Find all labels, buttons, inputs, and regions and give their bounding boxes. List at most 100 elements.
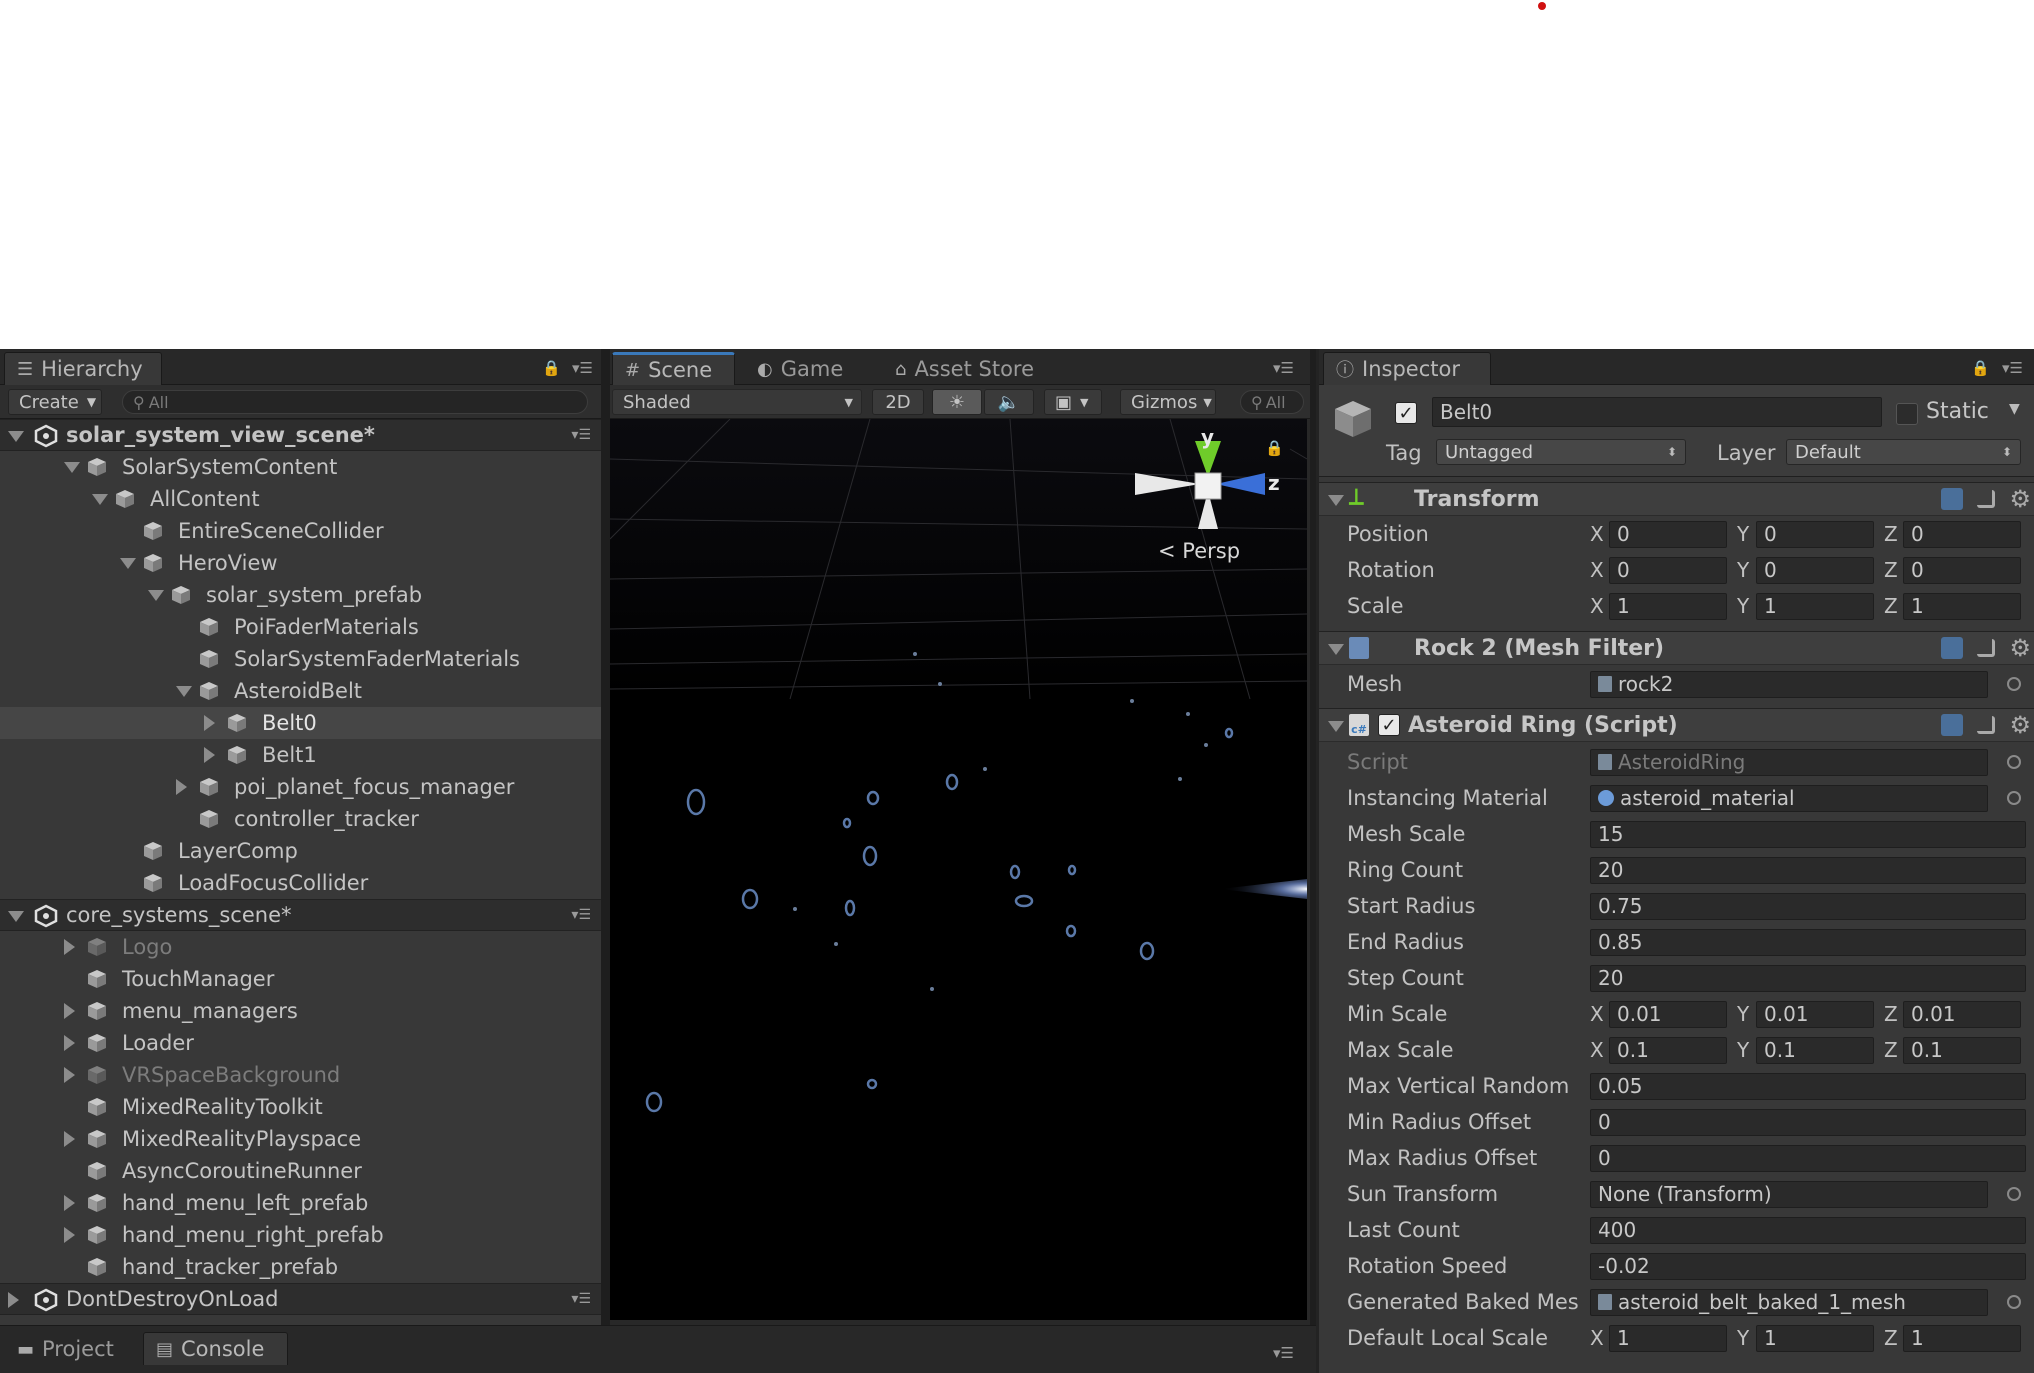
collapse-arrow-icon[interactable] (64, 1227, 75, 1243)
scene-viewport[interactable]: 🔒 y z < Persp (610, 419, 1307, 1320)
collapse-arrow-icon[interactable] (204, 747, 215, 763)
create-button[interactable]: Create ▼ (8, 389, 102, 415)
hierarchy-row[interactable]: Loader (0, 1027, 601, 1059)
layer-dropdown[interactable]: Default ⬍ (1786, 439, 2021, 465)
scene-row[interactable]: core_systems_scene* ▾☰ (0, 899, 601, 931)
expand-arrow-icon[interactable] (148, 590, 164, 601)
mesh-field[interactable]: rock2 (1590, 670, 1988, 698)
hierarchy-row[interactable]: AsteroidBelt (0, 675, 601, 707)
rotation-x-field[interactable]: 0 (1609, 556, 1727, 584)
collapse-arrow-icon[interactable] (64, 1003, 75, 1019)
hierarchy-row[interactable]: AsyncCoroutineRunner (0, 1155, 601, 1187)
active-checkbox[interactable]: ✓ (1395, 402, 1417, 424)
help-icon[interactable] (1941, 637, 1964, 659)
hierarchy-row[interactable]: Logo (0, 931, 601, 963)
hierarchy-row[interactable]: AllContent (0, 483, 601, 515)
scene-row[interactable]: solar_system_view_scene* ▾☰ (0, 419, 601, 451)
2d-toggle[interactable]: 2D (872, 389, 924, 415)
collapse-arrow-icon[interactable] (204, 715, 215, 731)
expand-arrow-icon[interactable] (120, 558, 136, 569)
expand-arrow-icon[interactable] (1328, 644, 1344, 655)
tab-game[interactable]: ◐ Game (744, 352, 862, 385)
tab-asset-store[interactable]: ⌂ Asset Store (882, 352, 1062, 385)
preset-icon[interactable] (1977, 639, 1996, 657)
script-enabled-checkbox[interactable]: ✓ (1378, 714, 1400, 736)
expand-arrow-icon[interactable] (176, 686, 192, 697)
collapse-arrow-icon[interactable] (64, 939, 75, 955)
expand-arrow-icon[interactable] (64, 462, 80, 473)
transform-header[interactable]: ⟂ Transform ⚙ (1319, 482, 2034, 516)
expand-arrow-icon[interactable] (1328, 495, 1344, 506)
hierarchy-row[interactable]: hand_tracker_prefab (0, 1251, 601, 1283)
expand-arrow-icon[interactable] (1328, 721, 1344, 732)
static-dropdown-icon[interactable]: ▼ (2009, 401, 2020, 417)
help-icon[interactable] (1941, 488, 1964, 510)
gear-icon[interactable]: ⚙ (2009, 485, 2031, 513)
help-icon[interactable] (1941, 714, 1964, 736)
effects-dropdown[interactable]: ▣ ▼ (1044, 389, 1102, 415)
panel-menu-icon[interactable]: ▾☰ (1273, 359, 1294, 377)
tab-project[interactable]: ▬ Project (4, 1332, 134, 1365)
expand-arrow-icon[interactable] (8, 911, 24, 922)
panel-menu-icon[interactable]: ▾☰ (572, 359, 593, 377)
audio-toggle[interactable]: 🔈 (984, 389, 1034, 415)
hierarchy-row[interactable]: VRSpaceBackground (0, 1059, 601, 1091)
min-radius-offset-field[interactable]: 0 (1590, 1108, 2026, 1136)
shading-mode-dropdown[interactable]: Shaded ▼ (612, 389, 862, 415)
scene-search-input[interactable]: ⚲ All (1240, 390, 1304, 414)
scale-x-field[interactable]: 1 (1609, 592, 1727, 620)
static-checkbox[interactable] (1896, 403, 1918, 425)
instancing-material-field[interactable]: asteroid_material (1590, 784, 1988, 812)
expand-arrow-icon[interactable] (92, 494, 108, 505)
scale-y-field[interactable]: 1 (1756, 592, 1874, 620)
object-picker-icon[interactable] (2007, 1295, 2021, 1309)
hierarchy-row[interactable]: PoiFaderMaterials (0, 611, 601, 643)
rotation-z-field[interactable]: 0 (1903, 556, 2021, 584)
hierarchy-row[interactable]: controller_tracker (0, 803, 601, 835)
hierarchy-row[interactable]: HeroView (0, 547, 601, 579)
min-scale-x-field[interactable]: 0.01 (1609, 1000, 1727, 1028)
lock-icon[interactable]: 🔒 (1971, 359, 1990, 377)
preset-icon[interactable] (1977, 716, 1996, 734)
preset-icon[interactable] (1977, 490, 1996, 508)
hierarchy-row[interactable]: poi_planet_focus_manager (0, 771, 601, 803)
scene-row[interactable]: DontDestroyOnLoad ▾☰ (0, 1283, 601, 1315)
lighting-toggle[interactable]: ☀ (932, 389, 982, 415)
max-radius-offset-field[interactable]: 0 (1590, 1144, 2026, 1172)
tab-hierarchy[interactable]: ☰ Hierarchy (4, 352, 162, 385)
collapse-arrow-icon[interactable] (8, 1292, 19, 1308)
projection-toggle[interactable]: < Persp (1158, 539, 1240, 563)
tab-inspector[interactable]: ⓘ Inspector (1323, 352, 1491, 385)
hierarchy-row[interactable]: EntireSceneCollider (0, 515, 601, 547)
panel-menu-icon[interactable]: ▾☰ (1273, 1344, 1294, 1362)
hierarchy-search-input[interactable]: ⚲ All (122, 390, 588, 414)
sun-transform-field[interactable]: None (Transform) (1590, 1180, 1988, 1208)
hierarchy-row[interactable]: LayerComp (0, 835, 601, 867)
object-picker-icon[interactable] (2007, 677, 2021, 691)
collapse-arrow-icon[interactable] (64, 1067, 75, 1083)
gear-icon[interactable]: ⚙ (2009, 634, 2031, 662)
hierarchy-row[interactable]: SolarSystemFaderMaterials (0, 643, 601, 675)
scale-z-field[interactable]: 1 (1903, 592, 2021, 620)
max-scale-y-field[interactable]: 0.1 (1756, 1036, 1874, 1064)
hierarchy-row[interactable]: MixedRealityPlayspace (0, 1123, 601, 1155)
collapse-arrow-icon[interactable] (64, 1035, 75, 1051)
hierarchy-row[interactable]: menu_managers (0, 995, 601, 1027)
panel-menu-icon[interactable]: ▾☰ (2002, 359, 2023, 377)
hierarchy-row[interactable]: hand_menu_right_prefab (0, 1219, 601, 1251)
min-scale-y-field[interactable]: 0.01 (1756, 1000, 1874, 1028)
collapse-arrow-icon[interactable] (176, 779, 187, 795)
default-local-scale-z-field[interactable]: 1 (1903, 1324, 2021, 1352)
tab-scene[interactable]: # Scene (612, 352, 735, 385)
object-name-field[interactable]: Belt0 (1432, 397, 1882, 427)
tab-console[interactable]: ▤ Console (143, 1332, 288, 1365)
position-z-field[interactable]: 0 (1903, 520, 2021, 548)
gizmos-dropdown[interactable]: Gizmos ▼ (1120, 389, 1216, 415)
hierarchy-row[interactable]: MixedRealityToolkit (0, 1091, 601, 1123)
last-count-field[interactable]: 400 (1590, 1216, 2026, 1244)
expand-arrow-icon[interactable] (8, 431, 24, 442)
hierarchy-row[interactable]: SolarSystemContent (0, 451, 601, 483)
start-radius-field[interactable]: 0.75 (1590, 892, 2026, 920)
step-count-field[interactable]: 20 (1590, 964, 2026, 992)
tag-dropdown[interactable]: Untagged ⬍ (1436, 439, 1686, 465)
